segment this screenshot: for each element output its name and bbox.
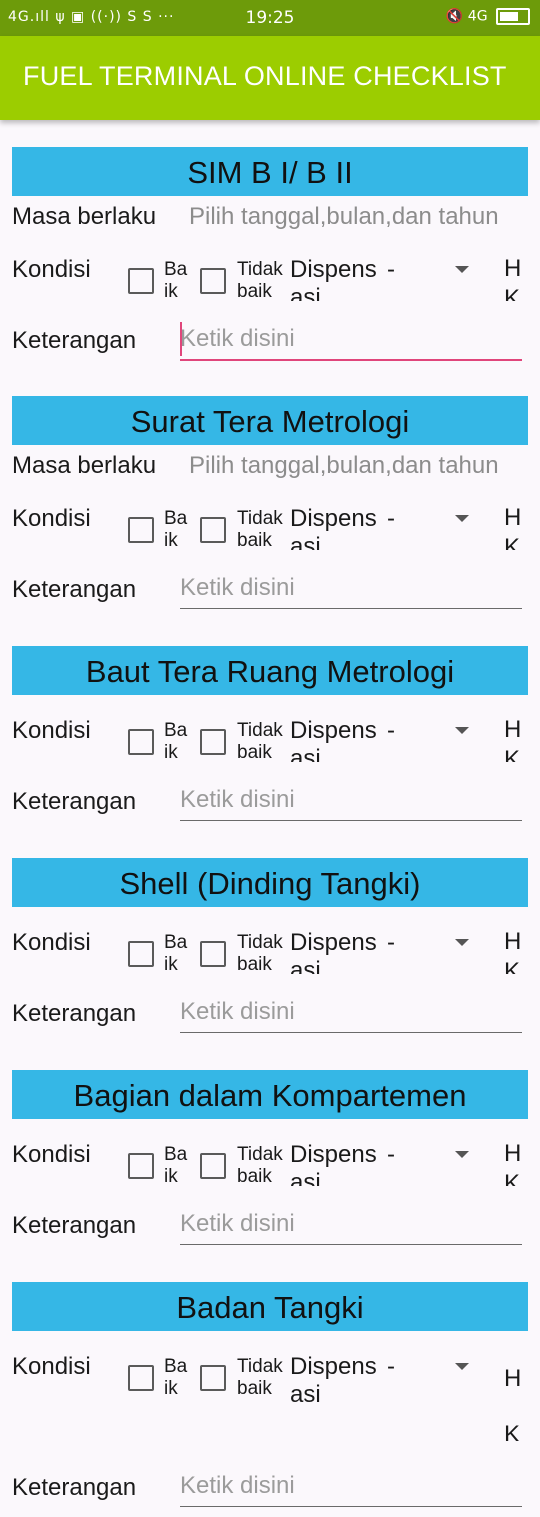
tidak-baik-label: Tidak baik [237,508,283,551]
keterangan-label: Keterangan [12,1212,137,1239]
dispensasi-label: Dispens asi [290,256,377,301]
status-right-text: 🔇 4G [445,8,488,25]
baik-label: Ba ik [164,932,188,975]
dispensasi-spinner-value[interactable]: - [387,1353,395,1381]
kondisi-label: Kondisi [12,929,91,956]
section-header: Baut Tera Ruang Metrologi [12,646,528,695]
baik-checkbox[interactable] [128,1153,154,1179]
tidak-baik-checkbox[interactable] [200,941,226,967]
dropdown-arrow-icon[interactable] [455,1363,469,1370]
keterangan-label: Keterangan [12,576,137,603]
keterangan-label: Keterangan [12,1474,137,1501]
dispensasi-label: Dispens asi [290,929,377,974]
keterangan-input[interactable] [180,992,522,1033]
baik-label: Ba ik [164,259,188,302]
keterangan-input[interactable] [180,1204,522,1245]
baik-checkbox[interactable] [128,941,154,967]
keterangan-input[interactable] [180,319,522,361]
baik-checkbox[interactable] [128,729,154,755]
dispensasi-spinner-value[interactable]: - [387,256,395,284]
status-bar: 4G.ıll ψ ▣ ((·)) S S ··· 19:25 🔇 4G [0,0,540,36]
dispensasi-label: Dispens asi [290,1353,377,1408]
kondisi-label: Kondisi [12,1141,91,1168]
battery-icon [496,8,530,25]
kondisi-label: Kondisi [12,256,91,283]
dispensasi-spinner-value[interactable]: - [387,1141,395,1169]
hk-label: H K [504,504,522,550]
keterangan-label: Keterangan [12,788,137,815]
dispensasi-label: Dispens asi [290,717,377,762]
dispensasi-spinner-value[interactable]: - [387,505,395,533]
keterangan-label: Keterangan [12,1000,137,1027]
dropdown-arrow-icon[interactable] [455,939,469,946]
text-cursor [180,322,182,356]
baik-checkbox[interactable] [128,1365,154,1391]
hk-label: H K [504,1140,522,1186]
tidak-baik-label: Tidak baik [237,1144,283,1187]
keterangan-input[interactable] [180,1466,522,1507]
baik-label: Ba ik [164,1144,188,1187]
tidak-baik-label: Tidak baik [237,720,283,763]
dropdown-arrow-icon[interactable] [455,515,469,522]
section-header: Shell (Dinding Tangki) [12,858,528,907]
tidak-baik-checkbox[interactable] [200,268,226,294]
dispensasi-spinner-value[interactable]: - [387,717,395,745]
keterangan-input[interactable] [180,568,522,609]
section-header: Surat Tera Metrologi [12,396,528,445]
hk-label: H K [504,255,522,301]
app-bar: FUEL TERMINAL ONLINE CHECKLIST [0,36,540,120]
kondisi-label: Kondisi [12,505,91,532]
section-header: Badan Tangki [12,1282,528,1331]
dropdown-arrow-icon[interactable] [455,266,469,273]
baik-label: Ba ik [164,508,188,551]
kondisi-label: Kondisi [12,1353,91,1380]
dispensasi-label: Dispens asi [290,505,377,550]
section-header: SIM B I/ B II [12,147,528,196]
tidak-baik-checkbox[interactable] [200,729,226,755]
masa-berlaku-label: Masa berlaku [12,452,157,479]
baik-checkbox[interactable] [128,517,154,543]
tidak-baik-label: Tidak baik [237,932,283,975]
app-title: FUEL TERMINAL ONLINE CHECKLIST [23,61,507,91]
dispensasi-spinner-value[interactable]: - [387,929,395,957]
tidak-baik-label: Tidak baik [237,1356,283,1399]
baik-label: Ba ik [164,1356,188,1399]
keterangan-label: Keterangan [12,327,137,354]
section-header: Bagian dalam Kompartemen [12,1070,528,1119]
hk-label: H K [504,716,522,762]
masa-berlaku-label: Masa berlaku [12,203,157,230]
hk-label: H K [504,928,522,974]
date-picker[interactable]: Pilih tanggal,bulan,dan tahun [189,452,499,480]
baik-label: Ba ik [164,720,188,763]
keterangan-input[interactable] [180,780,522,821]
hk-label: H K [504,1365,522,1441]
tidak-baik-checkbox[interactable] [200,517,226,543]
status-icons-right: 🔇 4G [446,8,530,25]
tidak-baik-label: Tidak baik [237,259,283,302]
dropdown-arrow-icon[interactable] [455,727,469,734]
date-picker[interactable]: Pilih tanggal,bulan,dan tahun [189,203,499,231]
tidak-baik-checkbox[interactable] [200,1365,226,1391]
dispensasi-label: Dispens asi [290,1141,377,1186]
tidak-baik-checkbox[interactable] [200,1153,226,1179]
dropdown-arrow-icon[interactable] [455,1151,469,1158]
kondisi-label: Kondisi [12,717,91,744]
baik-checkbox[interactable] [128,268,154,294]
